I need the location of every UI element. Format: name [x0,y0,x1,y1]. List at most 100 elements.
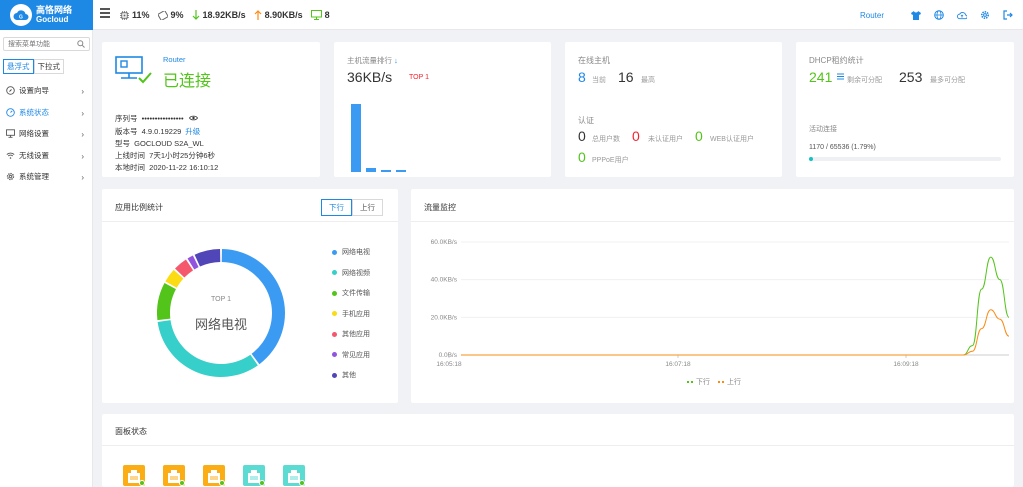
legend-label: 常见应用 [342,351,370,359]
host-traffic-card: 主机流量排行 ↓ 36KB/s TOP 1 [334,42,551,177]
serial-row: 序列号 •••••••••••••••• [115,113,198,124]
arrow-up-icon [254,10,262,20]
monitor-icon [310,10,322,20]
gear-icon[interactable] [980,10,990,20]
legend-dot [332,270,337,275]
y-tick-label: 60.0KB/s [431,239,458,246]
legend-dot [332,249,337,255]
pppoe-users-value: 0 [578,149,586,165]
ethernet-port-icon[interactable] [283,464,307,486]
memory-stat: 9% [157,10,184,20]
dashboard-icon [6,108,15,117]
x-tick-label: 16:05:18 [436,361,462,368]
download-stat: 18.92KB/s [192,10,246,20]
sidebar-item-wireless-settings[interactable]: 无线设置 › [0,145,93,167]
legend-dot [332,290,337,296]
ethernet-port-icon[interactable] [163,464,187,486]
max-hosts-label: 最高 [641,77,655,84]
ethernet-port-icon[interactable] [123,464,147,486]
legend-downlink[interactable]: 下行 [687,377,710,387]
ethernet-port-icon[interactable] [203,464,227,486]
legend-item[interactable]: 其他应用 [332,329,370,339]
legend-item[interactable]: 常见应用 [332,350,370,360]
cloud-upload-icon[interactable] [957,10,967,20]
menu-toggle-icon[interactable] [100,8,110,18]
list-icon[interactable] [837,73,844,82]
traffic-line-chart: 60.0KB/s 40.0KB/s 20.0KB/s 0.0B/s 16:05:18 16… [431,239,1010,368]
traffic-bar[interactable] [351,104,361,172]
sidebar-item-label: 系统管理 [19,172,49,182]
app-ratio-card: 应用比例统计 下行 上行 TOP 1 网络电视 网络电视 网络视频 文件传输 手机应用… [102,189,398,403]
model-row: 型号 GOCLOUD S2A_WL [115,139,204,148]
sidebar-item-system-management[interactable]: 系统管理 › [0,166,93,188]
ethernet-port-icon[interactable] [243,464,267,486]
dhcp-remaining-value: 241 [809,69,833,85]
search-icon[interactable] [77,40,85,50]
connections-progress-fill [809,157,813,161]
menu-search[interactable] [3,37,90,51]
legend-dot [332,311,337,316]
y-tick-label: 40.0KB/s [431,277,458,284]
upgrade-link[interactable]: 升级 [185,127,200,136]
donut-slice-1[interactable] [221,249,285,365]
router-label: Router [163,55,186,64]
logo[interactable]: G 高恪网络 Gocloud [0,0,93,30]
connections-progress [809,157,1001,161]
cloud-logo-icon: G [10,4,32,26]
legend-dot [332,372,337,378]
traffic-bar[interactable] [381,170,391,172]
total-users-value: 0 [578,128,586,144]
legend-item[interactable]: 手机应用 [332,309,370,319]
mode-tab-floating[interactable]: 悬浮式 [3,59,34,74]
active-connections-title: 活动连接 [809,126,837,133]
menu-search-input[interactable] [4,38,74,50]
dhcp-max-label: 最多可分配 [930,77,965,84]
top-label: TOP 1 [409,74,429,81]
router-card: Router 已连接 序列号 •••••••••••••••• 版本号 4.9.… [102,42,320,177]
legend-item[interactable]: 网络视频 [332,268,370,278]
legend-item[interactable]: 文件传输 [332,288,370,298]
series-line-uplink[interactable] [461,309,1010,356]
cpu-icon [120,10,129,20]
traffic-rank-title[interactable]: 主机流量排行 ↓ [347,55,398,66]
series-line-downlink[interactable] [461,256,1010,356]
traffic-bar[interactable] [366,167,376,172]
tab-downlink[interactable]: 下行 [321,199,352,216]
globe-icon[interactable] [934,10,944,20]
logo-en: Gocloud [36,15,69,24]
logout-icon[interactable] [1003,10,1013,20]
traffic-bar[interactable] [396,170,406,172]
x-tick-label: 16:07:18 [665,361,691,368]
total-users-label: 总用户数 [592,136,620,143]
chevron-right-icon: › [81,87,84,96]
tab-uplink[interactable]: 上行 [352,199,383,216]
sidebar-item-system-status[interactable]: 系统状态 › [0,102,93,124]
serial-value: •••••••••••••••• [141,114,184,123]
dhcp-card: DHCP租约统计 241 剩余可分配 253 最多可分配 活动连接 1170 /… [796,42,1014,177]
pppoe-users-label: PPPoE用户 [592,157,629,164]
eye-icon[interactable] [188,114,198,123]
legend-item[interactable]: 其他 [332,370,356,380]
monitor-icon [6,129,15,138]
app-ratio-title: 应用比例统计 [115,203,163,212]
y-tick-label: 20.0KB/s [431,314,458,321]
dhcp-title: DHCP租约统计 [809,56,864,65]
web-auth-value: 0 [695,128,703,144]
legend-uplink[interactable]: 上行 [718,377,741,387]
online-hosts-card: 在线主机 8 当前 16 最高 认证 0 总用户数 0 未认证用户 0 WEB认… [565,42,782,177]
legend-item[interactable]: 网络电视 [332,247,370,257]
donut-slice-7[interactable] [194,249,221,267]
chevron-right-icon: › [81,130,84,139]
donut-center-label: 网络电视 [194,317,247,332]
router-link[interactable]: Router [860,11,884,20]
sidebar-item-network-settings[interactable]: 网络设置 › [0,123,93,145]
panel-status-title: 面板状态 [115,427,147,436]
sidebar-item-setup-wizard[interactable]: 设置向导 › [0,80,93,102]
mode-tab-dropdown[interactable]: 下拉式 [33,59,64,74]
wifi-icon [6,151,15,160]
compass-icon [6,86,15,95]
hosts-stat: 8 [310,10,330,20]
tshirt-icon[interactable] [911,10,921,20]
app-ratio-donut [157,249,285,377]
chevron-right-icon: › [81,151,84,161]
